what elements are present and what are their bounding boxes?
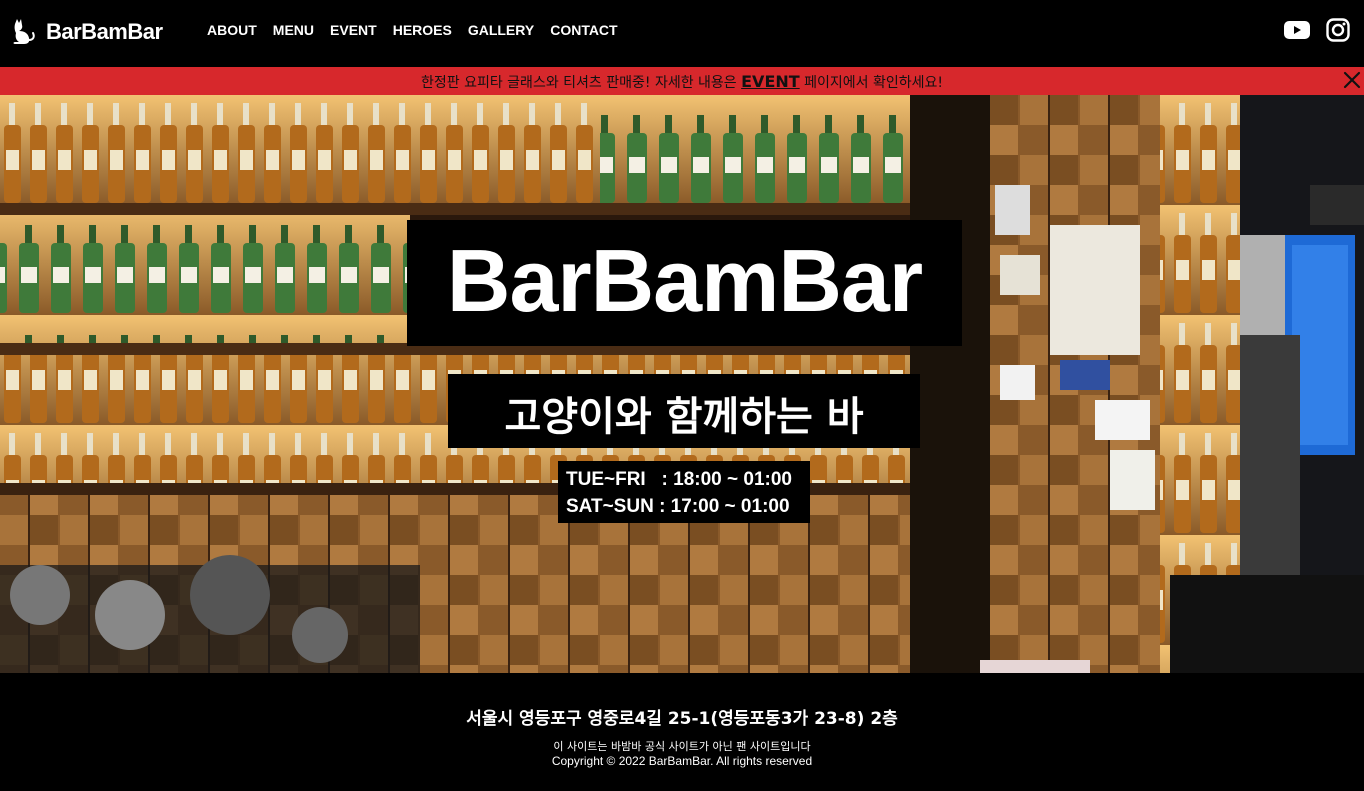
hours-weekday: TUE~FRI : 18:00 ~ 01:00 [566,469,792,490]
brand-name: BarBamBar [46,19,163,44]
brand-logo[interactable]: BarBamBar [10,17,163,47]
nav-event[interactable]: EVENT [330,22,377,38]
nav-menu[interactable]: MENU [273,22,314,38]
instagram-icon[interactable] [1326,18,1350,46]
notice-event-link[interactable]: EVENT [741,72,800,91]
hero-title-box: BarBamBar [407,220,962,346]
footer-fan-note: 이 사이트는 바밤바 공식 사이트가 아닌 팬 사이트입니다 [553,740,811,753]
footer: 서울시 영등포구 영중로4길 25-1(영등포동3가 23-8) 2층 이 사이… [0,673,1364,791]
nav-about[interactable]: ABOUT [207,22,257,38]
notice-text: 한정판 요피타 글래스와 티셔츠 판매중! 자세한 내용은 EVENT 페이지에… [0,72,1364,92]
hero-subtitle: 고양이와 함께하는 바 [504,394,864,440]
opening-hours: TUE~FRI : 18:00 ~ 01:00 SAT~SUN : 17:00 … [558,461,810,523]
top-nav: BarBamBar ABOUT MENU EVENT HEROES GALLER… [0,0,1364,67]
notice-text-after: 페이지에서 확인하세요! [799,75,943,91]
youtube-icon[interactable] [1284,20,1310,44]
hero-section: BarBamBar 고양이와 함께하는 바 TUE~FRI : 18:00 ~ … [0,95,1364,673]
notice-banner: 한정판 요피타 글래스와 티셔츠 판매중! 자세한 내용은 EVENT 페이지에… [0,67,1364,95]
social-links [1284,18,1350,46]
close-icon[interactable] [1342,70,1362,90]
main-menu: ABOUT MENU EVENT HEROES GALLERY CONTACT [207,22,634,38]
hero-title: BarBamBar [446,231,923,330]
nav-gallery[interactable]: GALLERY [468,22,534,38]
nav-contact[interactable]: CONTACT [550,22,617,38]
footer-address: 서울시 영등포구 영중로4길 25-1(영등포동3가 23-8) 2층 [466,709,898,729]
hero-subtitle-box: 고양이와 함께하는 바 [448,374,920,448]
nav-heroes[interactable]: HEROES [393,22,452,38]
hours-weekend: SAT~SUN : 17:00 ~ 01:00 [566,496,790,517]
notice-text-before: 한정판 요피타 글래스와 티셔츠 판매중! 자세한 내용은 [421,75,742,91]
footer-copyright: Copyright © 2022 BarBamBar. All rights r… [551,754,813,768]
cat-icon [10,18,36,46]
